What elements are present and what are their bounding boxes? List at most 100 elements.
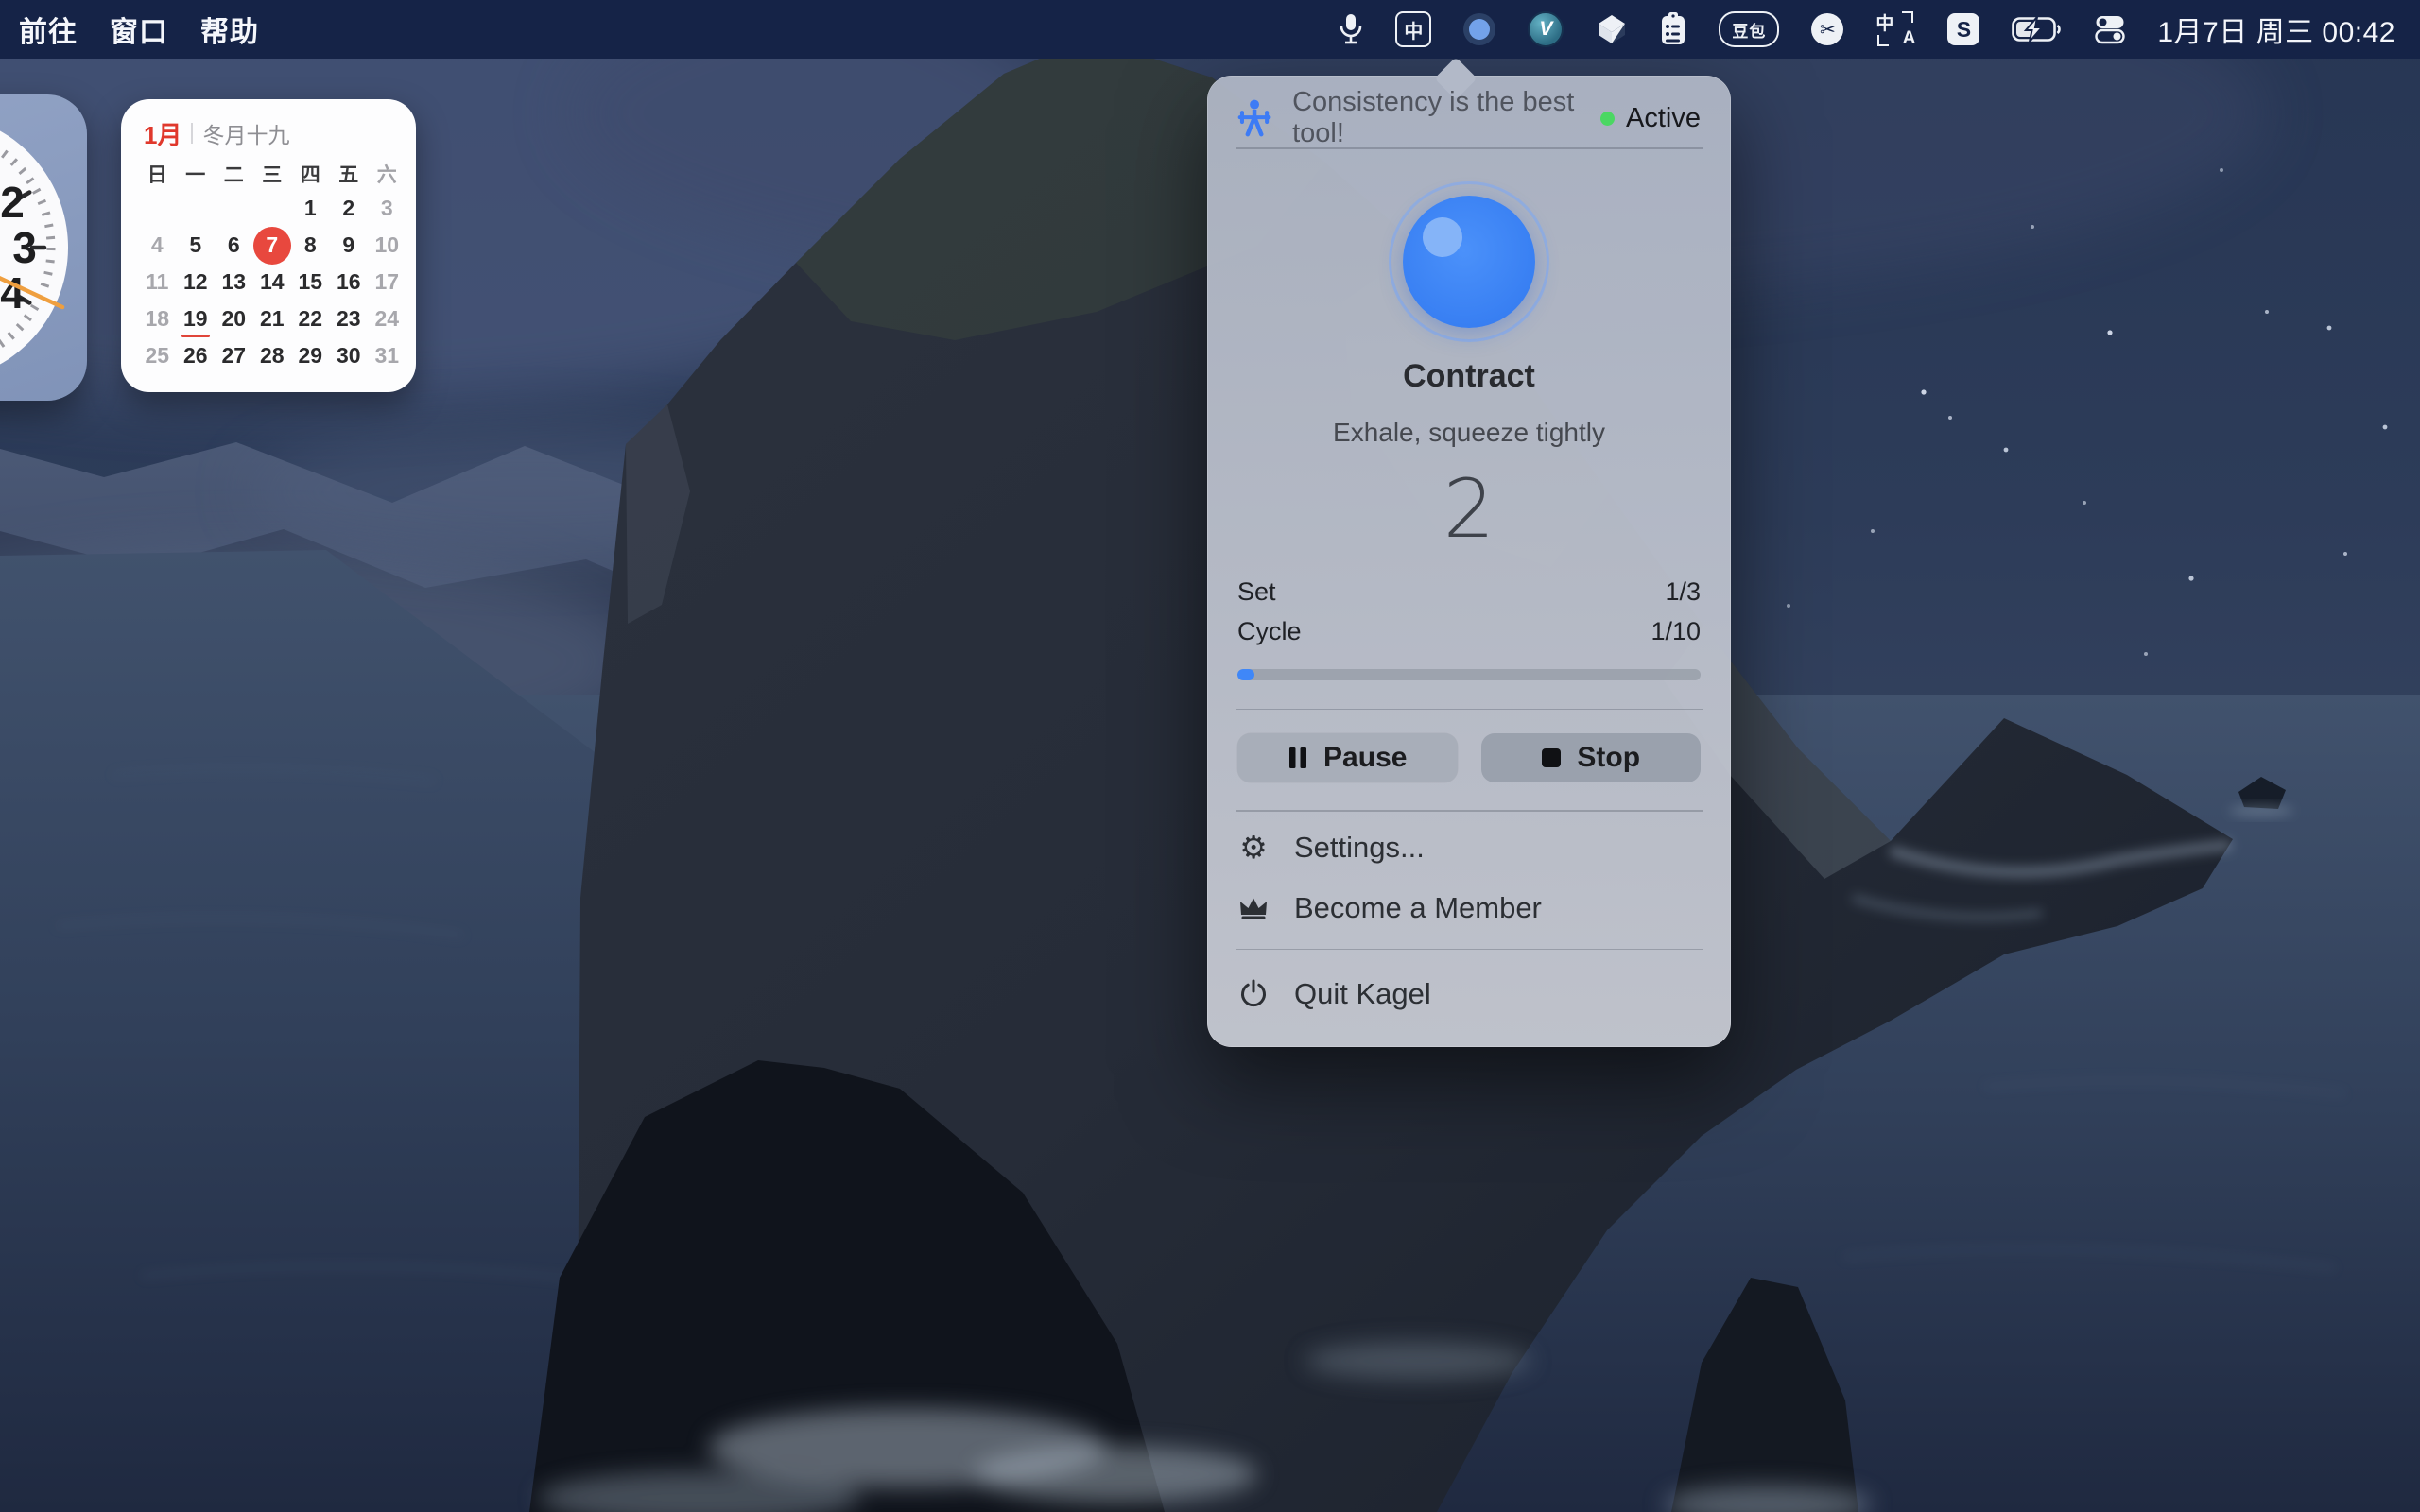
pause-icon	[1288, 746, 1308, 770]
calendar-day: 13	[215, 264, 253, 301]
weekday-tue: 二	[215, 158, 253, 190]
menu-bar-clock[interactable]: 1月7日 周三 00:42	[2157, 9, 2395, 50]
become-member-label: Become a Member	[1294, 891, 1542, 925]
calendar-day: 20	[215, 301, 253, 337]
kagel-menubar-icon[interactable]	[1463, 13, 1495, 45]
countdown-number: 2	[1237, 457, 1701, 561]
menu-bar-status-items: 中 V 豆包 ✂ 中 A S 1月7日 周三 00:42	[1339, 0, 2395, 59]
v-app-icon[interactable]: V	[1528, 11, 1564, 47]
set-value: 1/3	[1665, 577, 1701, 607]
breath-circle	[1403, 196, 1535, 328]
menu-window[interactable]: 窗口	[110, 9, 168, 50]
calendar-day: 17	[368, 264, 406, 301]
battery-charging-icon[interactable]	[2012, 15, 2063, 43]
calendar-day: 10	[368, 227, 406, 264]
calendar-day: 9	[330, 227, 369, 264]
active-status-dot	[1600, 112, 1615, 126]
calendar-day: 15	[291, 264, 330, 301]
s-app-label: S	[1957, 17, 1971, 43]
pause-button[interactable]: Pause	[1237, 733, 1458, 782]
calendar-today: 7	[253, 227, 292, 264]
become-member-menu-item[interactable]: Become a Member	[1237, 882, 1701, 935]
clock-number-4: 4	[0, 268, 25, 318]
session-progress-bar	[1237, 669, 1701, 680]
calendar-day: 27	[215, 337, 253, 374]
session-stats: Set 1/3 Cycle 1/10	[1237, 573, 1701, 652]
v-app-label: V	[1539, 18, 1552, 41]
pause-button-label: Pause	[1323, 742, 1407, 774]
weightlifter-icon	[1237, 96, 1271, 140]
calendar-day: 4	[138, 227, 177, 264]
quit-menu-item[interactable]: Quit Kagel	[1237, 968, 1701, 1021]
calendar-grid: 日 一 二 三 四 五 六 1 2 3 4 5 6 7 8 9 10 11 12…	[138, 158, 399, 374]
calendar-day: 1	[291, 190, 330, 227]
weekday-thu: 四	[291, 158, 330, 190]
stop-button-label: Stop	[1577, 742, 1640, 774]
settings-label: Settings...	[1294, 831, 1425, 865]
instruction-text: Exhale, squeeze tightly	[1237, 416, 1701, 450]
breath-ring	[1389, 181, 1549, 342]
calendar-day: 22	[291, 301, 330, 337]
power-icon	[1237, 979, 1270, 1009]
crown-icon	[1237, 896, 1270, 920]
gear-icon: ⚙	[1237, 832, 1270, 863]
kagel-popover: Consistency is the best tool! Active Con…	[1207, 76, 1731, 1047]
divider	[1236, 949, 1703, 951]
clipboard-app-icon[interactable]	[1660, 12, 1686, 46]
calendar-day: 29	[291, 337, 330, 374]
weekday-mon: 一	[177, 158, 216, 190]
translate-primary-label: 中	[1876, 9, 1893, 35]
cube-app-icon[interactable]	[1596, 13, 1628, 45]
controls-row: Pause Stop	[1237, 733, 1701, 782]
calendar-month: 1月	[144, 116, 182, 151]
stop-button[interactable]: Stop	[1481, 733, 1702, 782]
cycle-stat-row: Cycle 1/10	[1237, 612, 1701, 652]
calendar-widget[interactable]: 1月 冬月十九 日 一 二 三 四 五 六 1 2 3 4 5 6 7 8 9 …	[121, 99, 416, 392]
calendar-day: 16	[330, 264, 369, 301]
menu-help[interactable]: 帮助	[200, 9, 259, 50]
calendar-day	[253, 190, 292, 227]
calendar-day	[215, 190, 253, 227]
motivation-message: Consistency is the best tool!	[1292, 87, 1600, 149]
quit-label: Quit Kagel	[1294, 977, 1431, 1011]
calendar-day: 26	[177, 337, 216, 374]
scissors-icon[interactable]: ✂	[1811, 13, 1843, 45]
calendar-header: 1月 冬月十九	[144, 118, 399, 148]
analog-clock-face: 2 3 4	[0, 94, 87, 401]
calendar-day: 12	[177, 264, 216, 301]
control-center-icon[interactable]	[2095, 14, 2125, 44]
calendar-lunar-date: 冬月十九	[202, 117, 289, 149]
calendar-day: 31	[368, 337, 406, 374]
weekday-sun: 日	[138, 158, 177, 190]
popover-header: Consistency is the best tool! Active	[1237, 89, 1701, 147]
calendar-day	[138, 190, 177, 227]
calendar-day: 3	[368, 190, 406, 227]
cycle-value: 1/10	[1651, 617, 1701, 646]
clock-number-3: 3	[12, 223, 37, 272]
menu-go[interactable]: 前往	[19, 9, 78, 50]
clock-widget[interactable]: 2 3 4	[0, 94, 87, 401]
doubao-label: 豆包	[1732, 18, 1766, 42]
set-label: Set	[1237, 577, 1276, 607]
weekday-sat: 六	[368, 158, 406, 190]
clock-number-2: 2	[0, 178, 25, 227]
microphone-icon[interactable]	[1339, 12, 1363, 46]
doubao-icon[interactable]: 豆包	[1719, 11, 1779, 47]
calendar-day: 2	[330, 190, 369, 227]
set-stat-row: Set 1/3	[1237, 573, 1701, 612]
session-progress-fill	[1237, 669, 1254, 680]
menu-bar-menus: 前往 窗口 帮助	[0, 9, 259, 50]
divider	[1236, 810, 1703, 812]
calendar-day: 30	[330, 337, 369, 374]
stop-icon	[1541, 747, 1562, 768]
breath-circle-highlight	[1423, 217, 1462, 257]
input-method-label: 中	[1404, 16, 1423, 43]
translate-icon[interactable]: 中 A	[1876, 11, 1915, 47]
input-method-icon[interactable]: 中	[1395, 11, 1431, 47]
divider	[1236, 709, 1703, 711]
s-app-icon[interactable]: S	[1947, 13, 1979, 45]
calendar-day: 14	[253, 264, 292, 301]
calendar-day: 28	[253, 337, 292, 374]
calendar-day: 5	[177, 227, 216, 264]
settings-menu-item[interactable]: ⚙ Settings...	[1237, 821, 1701, 874]
